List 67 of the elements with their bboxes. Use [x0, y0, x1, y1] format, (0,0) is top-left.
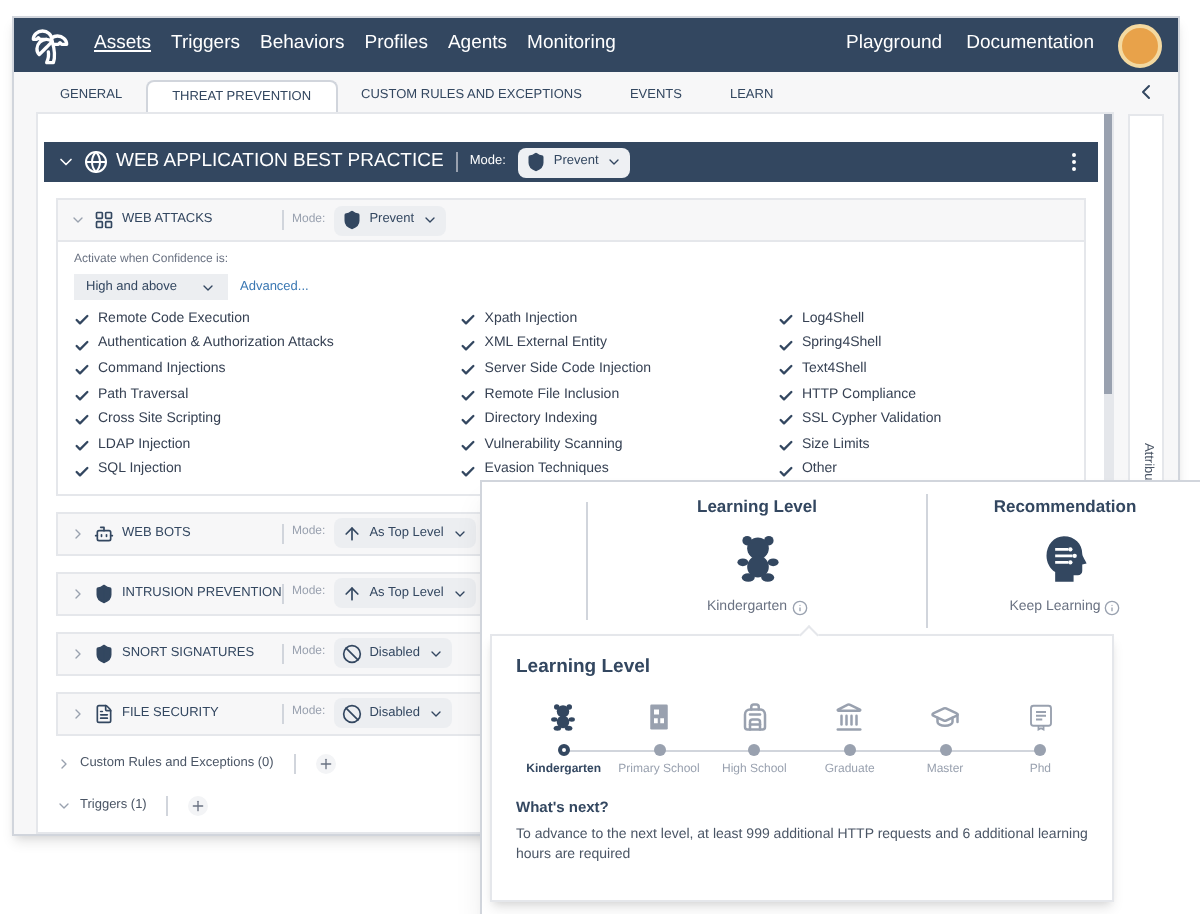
chevron-right-icon[interactable] [56, 755, 72, 772]
user-avatar[interactable] [1118, 23, 1162, 67]
nav-link[interactable]: Documentation [966, 30, 1094, 60]
level-marker[interactable] [557, 744, 570, 757]
check-icon[interactable] [460, 362, 477, 379]
check-icon[interactable] [460, 412, 477, 429]
nav-link[interactable]: Assets [94, 30, 152, 60]
shield-icon [94, 643, 114, 664]
add-icon[interactable] [315, 753, 336, 774]
column-title: Learning Level [697, 494, 817, 520]
grid-icon [94, 210, 114, 230]
check-icon[interactable] [460, 463, 477, 480]
check-icon[interactable] [777, 387, 794, 404]
check-icon[interactable] [460, 337, 477, 354]
nav-link[interactable]: Agents [447, 30, 508, 60]
arrow-up-icon [341, 583, 362, 604]
diploma-icon [1025, 702, 1056, 733]
shield-icon [94, 583, 114, 604]
check-icon[interactable] [74, 337, 90, 354]
check-icon[interactable] [777, 337, 794, 354]
alphabet-book-icon [644, 702, 674, 733]
level-marker[interactable] [1034, 744, 1047, 757]
check-icon[interactable] [777, 463, 794, 480]
check-icon[interactable] [74, 362, 90, 379]
globe-icon [84, 150, 108, 174]
check-icon[interactable] [74, 463, 90, 480]
check-icon[interactable] [777, 412, 794, 429]
info-icon[interactable] [1104, 600, 1121, 616]
file-icon [94, 703, 114, 724]
teddy-bear-icon [548, 702, 579, 733]
level-marker[interactable] [843, 744, 856, 757]
caret-icon [606, 154, 623, 170]
check-icon[interactable] [74, 312, 90, 328]
bot-icon [94, 523, 114, 544]
check-icon[interactable] [74, 437, 90, 454]
check-icon[interactable] [460, 387, 477, 404]
level-marker[interactable] [939, 744, 952, 757]
check-icon[interactable] [777, 437, 794, 454]
popover-title: Learning Level [516, 654, 653, 682]
disabled-icon [341, 643, 362, 664]
check-icon[interactable] [777, 362, 794, 379]
check-icon[interactable] [777, 312, 794, 328]
nav-link[interactable]: Triggers [171, 30, 241, 60]
check-icon[interactable] [460, 312, 477, 328]
palm-island-logo-icon [30, 25, 70, 65]
add-icon[interactable] [188, 795, 209, 816]
level-marker[interactable] [653, 744, 665, 757]
building-icon [834, 702, 865, 733]
nav-link[interactable]: Profiles [364, 30, 428, 60]
shield-icon [341, 210, 362, 230]
check-icon[interactable] [460, 437, 477, 454]
backpack-icon [739, 702, 770, 733]
check-icon[interactable] [74, 387, 90, 404]
column-title: Recommendation [993, 494, 1137, 520]
nav-link[interactable]: Monitoring [527, 30, 616, 60]
disabled-icon [341, 703, 362, 724]
nav-link[interactable]: Behaviors [260, 30, 345, 60]
check-icon[interactable] [74, 412, 90, 429]
info-icon[interactable] [791, 600, 808, 616]
nav-link[interactable]: Playground [846, 30, 943, 60]
level-marker[interactable] [748, 744, 761, 757]
teddy-bear-icon [731, 531, 783, 584]
practice-title: WEB APPLICATION BEST PRACTICE [116, 147, 444, 176]
arrow-up-icon [341, 523, 362, 544]
graduation-cap-icon [930, 702, 961, 733]
shield-icon [525, 152, 546, 172]
caret-icon [422, 212, 439, 228]
